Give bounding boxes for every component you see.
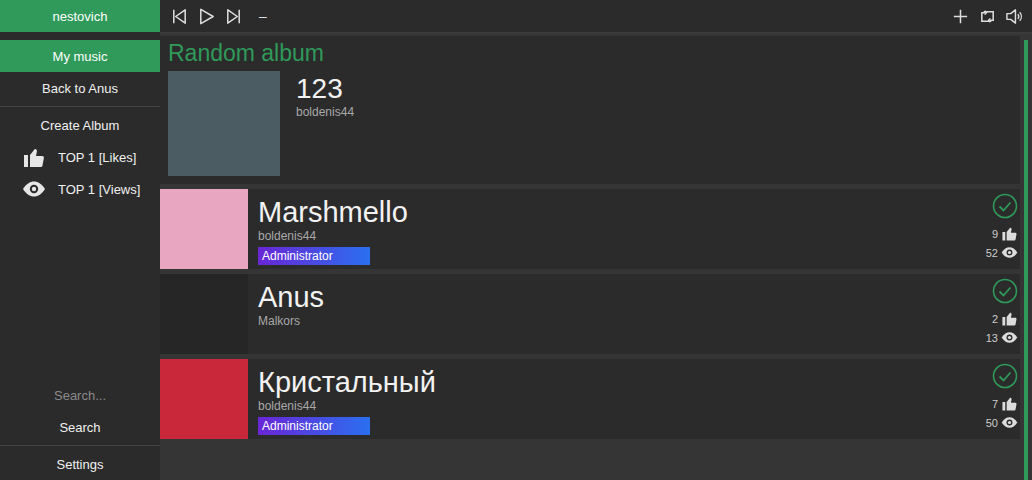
- eye-icon: [22, 177, 46, 201]
- album-author: Malkors: [258, 314, 300, 328]
- repeat-icon[interactable]: [978, 7, 997, 26]
- album-row[interactable]: Anus Malkors 2 13: [160, 274, 1020, 354]
- user-button[interactable]: nestovich: [0, 0, 160, 32]
- album-cover: [160, 274, 248, 354]
- check-circle-icon[interactable]: [992, 363, 1018, 389]
- album-stats: 2 13: [978, 274, 1020, 354]
- volume-icon[interactable]: [1005, 7, 1024, 26]
- app-window: nestovich My music Back to Anus Create A…: [0, 0, 1032, 480]
- role-badge: Administrator: [258, 247, 370, 265]
- album-row[interactable]: Кристальный boldenis44 Administrator 7 5…: [160, 359, 1020, 439]
- player-controls: –: [170, 7, 267, 26]
- random-album-card: 123 boldenis44: [168, 71, 1012, 176]
- album-title: Кристальный: [258, 367, 436, 399]
- album-info: Anus Malkors: [248, 274, 978, 354]
- play-icon[interactable]: [197, 7, 216, 26]
- likes-count: 7: [992, 395, 1018, 412]
- now-playing: –: [259, 8, 267, 24]
- album-stats: 9 52: [978, 189, 1020, 269]
- album-cover: [160, 359, 248, 439]
- thumbs-up-icon: [22, 145, 46, 169]
- settings-button[interactable]: Settings: [0, 448, 160, 480]
- check-circle-icon[interactable]: [992, 278, 1018, 304]
- album-author: boldenis44: [296, 105, 354, 119]
- album-cover: [168, 71, 280, 176]
- section-heading: Random album: [168, 40, 1012, 67]
- scrollbar[interactable]: [1024, 40, 1028, 480]
- album-stats: 7 50: [978, 359, 1020, 439]
- sidebar-item[interactable]: My music: [0, 40, 160, 72]
- views-count: 13: [986, 329, 1018, 346]
- eye-icon: [1001, 414, 1018, 431]
- likes-count: 9: [992, 225, 1018, 242]
- album-info: Кристальный boldenis44 Administrator: [248, 359, 978, 439]
- main-panel: – Random album 123 boldenis44 Marshmello…: [160, 0, 1032, 480]
- plus-icon[interactable]: [951, 7, 970, 26]
- eye-icon: [1001, 244, 1018, 261]
- album-list: Random album 123 boldenis44 Marshmello b…: [160, 36, 1020, 480]
- sidebar-separator: [0, 445, 160, 446]
- likes-count: 2: [992, 310, 1018, 327]
- album-author: boldenis44: [258, 399, 316, 413]
- sidebar: nestovich My music Back to Anus Create A…: [0, 0, 160, 480]
- views-count: 50: [986, 414, 1018, 431]
- next-icon[interactable]: [224, 7, 243, 26]
- sidebar-bottom: Search Settings: [0, 379, 160, 480]
- eye-icon: [1001, 329, 1018, 346]
- album-cover: [160, 189, 248, 269]
- album-title: 123: [296, 73, 354, 105]
- sidebar-item[interactable]: TOP 1 [Likes]: [0, 141, 160, 173]
- role-badge: Administrator: [258, 417, 370, 435]
- views-count: 52: [986, 244, 1018, 261]
- search-input[interactable]: [0, 379, 160, 411]
- sidebar-separator: [0, 106, 160, 107]
- random-album[interactable]: Random album 123 boldenis44: [160, 36, 1020, 184]
- thumbs-up-icon[interactable]: [1001, 225, 1018, 242]
- sidebar-item[interactable]: Back to Anus: [0, 72, 160, 104]
- check-circle-icon[interactable]: [992, 193, 1018, 219]
- thumbs-up-icon[interactable]: [1001, 310, 1018, 327]
- album-row[interactable]: Marshmello boldenis44 Administrator 9 52: [160, 189, 1020, 269]
- player-toolbar: –: [160, 0, 1032, 34]
- album-info: 123 boldenis44: [296, 71, 354, 176]
- search-button[interactable]: Search: [0, 411, 160, 443]
- sidebar-item[interactable]: Create Album: [0, 109, 160, 141]
- album-author: boldenis44: [258, 229, 316, 243]
- thumbs-up-icon[interactable]: [1001, 395, 1018, 412]
- sidebar-menu: My music Back to Anus Create Album TOP 1…: [0, 40, 160, 205]
- album-title: Anus: [258, 282, 324, 314]
- content-area: Random album 123 boldenis44 Marshmello b…: [160, 34, 1032, 480]
- album-info: Marshmello boldenis44 Administrator: [248, 189, 978, 269]
- album-title: Marshmello: [258, 197, 408, 229]
- previous-icon[interactable]: [170, 7, 189, 26]
- sidebar-item[interactable]: TOP 1 [Views]: [0, 173, 160, 205]
- player-actions: [951, 7, 1024, 26]
